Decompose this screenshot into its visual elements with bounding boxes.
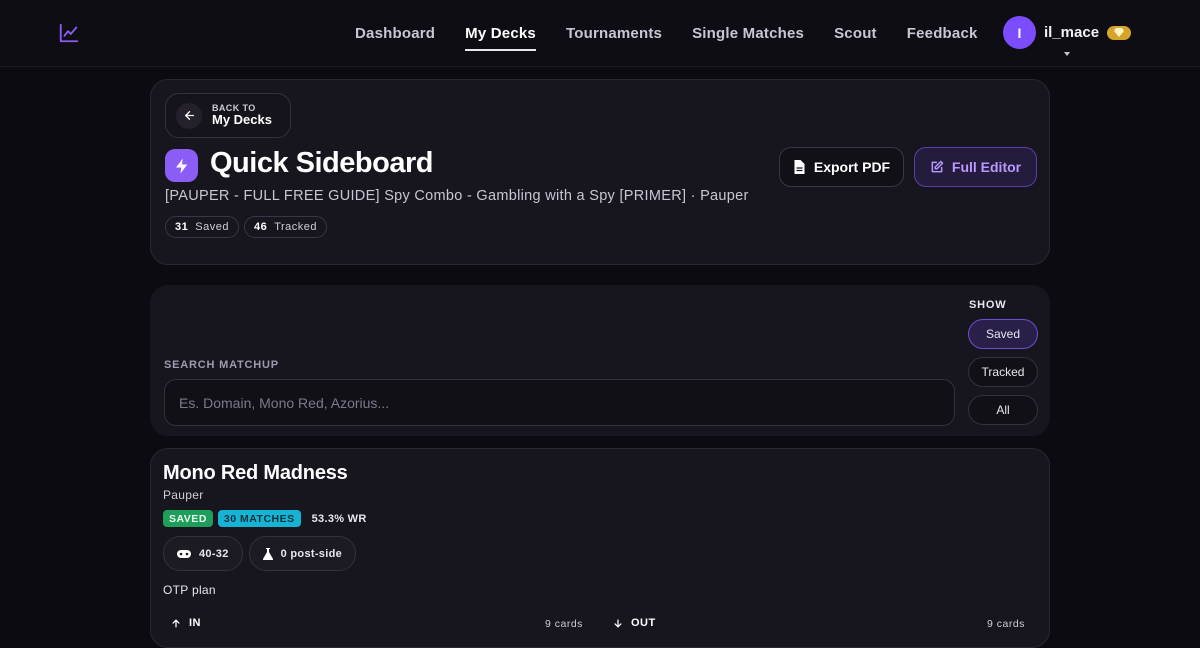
matchup-search-input[interactable] [164,379,955,426]
avatar[interactable]: I [1003,16,1036,49]
nav-feedback[interactable]: Feedback [907,25,978,42]
chart-line-icon[interactable] [58,22,80,44]
back-label-big: My Decks [212,112,272,128]
nav-scout[interactable]: Scout [834,25,877,42]
arrow-left-icon [176,102,202,129]
matchup-format: Pauper [163,488,204,502]
page-title: Quick Sideboard [210,147,433,179]
matchup-badges: SAVED 30 MATCHES 53.3% WR [163,510,367,527]
username[interactable]: il_mace [1044,24,1099,41]
nav-dashboard[interactable]: Dashboard [355,25,435,42]
in-card-count: 9 cards [545,618,583,630]
export-pdf-button[interactable]: Export PDF [779,147,904,187]
out-card-count: 9 cards [987,618,1025,630]
filter-all-button[interactable]: All [968,395,1038,425]
nav-tournaments[interactable]: Tournaments [566,25,662,42]
record-chip: 40-32 [163,536,243,571]
filter-tracked-button[interactable]: Tracked [968,357,1038,387]
search-label: SEARCH MATCHUP [164,359,279,371]
saved-count-pill: 31 Saved [165,216,239,238]
arrow-up-icon [172,619,180,627]
matchup-chips: 40-32 0 post-side [163,536,357,571]
full-editor-button[interactable]: Full Editor [914,147,1037,187]
winrate-label: 53.3% WR [311,512,367,525]
nav-links: Dashboard My Decks Tournaments Single Ma… [355,0,978,66]
gem-icon [1107,25,1132,40]
saved-badge: SAVED [163,510,213,527]
search-filter-card: SEARCH MATCHUP SHOW Saved Tracked All [150,285,1050,436]
flask-icon [262,547,273,560]
gamepad-icon [177,549,191,558]
matchup-title: Mono Red Madness [163,462,348,484]
in-column-header: IN [171,617,201,629]
nav-my-decks[interactable]: My Decks [465,25,536,51]
deck-header-card: BACK TO My Decks Quick Sideboard [PAUPER… [150,79,1050,265]
filter-saved-button[interactable]: Saved [968,319,1038,349]
show-label: SHOW [969,299,1007,311]
matchup-card[interactable]: Mono Red Madness Pauper SAVED 30 MATCHES… [150,448,1050,648]
deck-subtitle: [PAUPER - FULL FREE GUIDE] Spy Combo - G… [165,188,749,204]
top-nav: Dashboard My Decks Tournaments Single Ma… [0,0,1200,67]
back-to-decks-button[interactable]: BACK TO My Decks [165,93,291,138]
edit-icon [931,160,944,173]
arrow-down-icon [614,619,622,627]
post-side-chip: 0 post-side [248,536,357,571]
tracked-count-pill: 46 Tracked [243,216,328,238]
deck-stats: 31 Saved 46 Tracked [165,216,328,238]
user-menu[interactable]: I il_mace [1003,16,1132,49]
plan-label: OTP plan [163,583,216,597]
nav-single-matches[interactable]: Single Matches [692,25,804,42]
lightning-icon [165,149,198,182]
chevron-down-icon[interactable] [1064,52,1070,56]
matches-badge: 30 MATCHES [217,510,301,527]
file-icon [794,160,805,174]
out-column-header: OUT [613,617,656,629]
